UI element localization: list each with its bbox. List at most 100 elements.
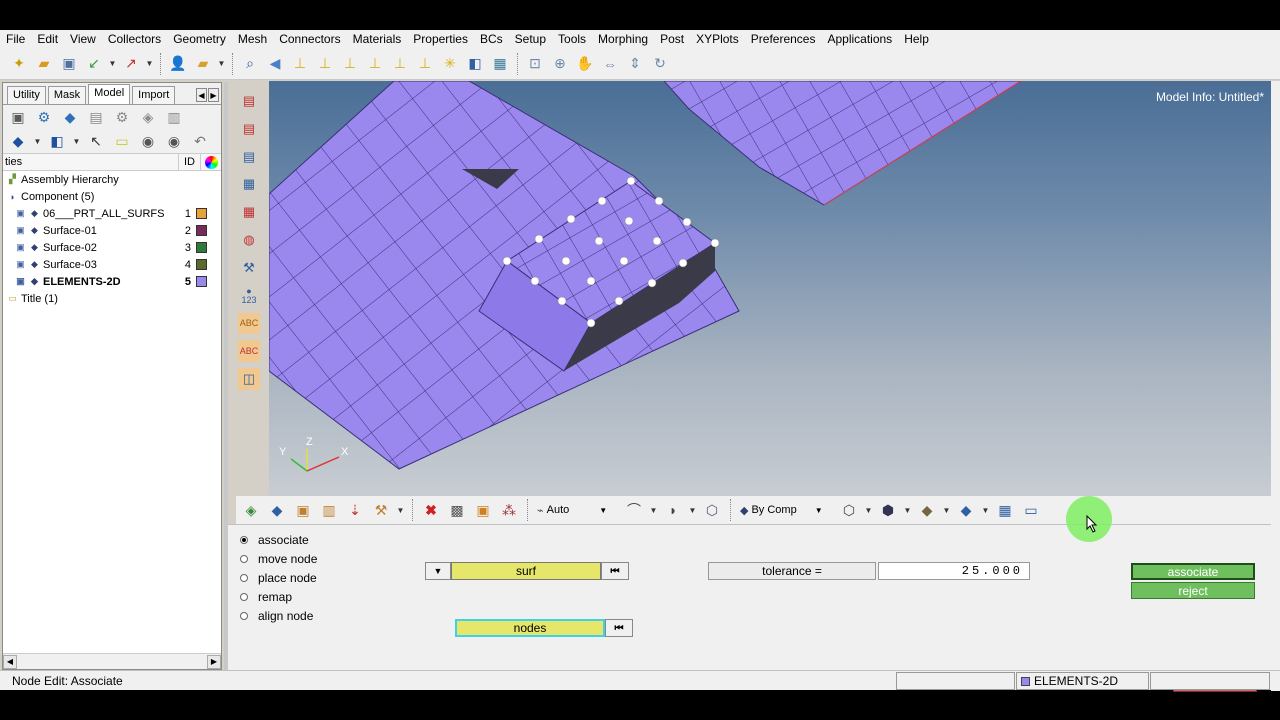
- menu-view[interactable]: View: [64, 30, 102, 48]
- tree-item-component-current[interactable]: ▣ ◆ ELEMENTS-2D 5: [3, 273, 221, 290]
- surf-reset-icon[interactable]: ⏮: [601, 562, 629, 580]
- move-horizontal-icon[interactable]: ⇔: [599, 53, 621, 75]
- by-comp-combo[interactable]: ◆ By Comp ▼: [738, 500, 834, 520]
- numbers-icon[interactable]: ● 123: [238, 285, 260, 307]
- move-entity-icon[interactable]: ⇣: [344, 499, 366, 521]
- component-color-swatch[interactable]: [196, 259, 207, 270]
- menu-mesh[interactable]: Mesh: [232, 30, 273, 48]
- browser-filter-icon[interactable]: ▤: [85, 106, 107, 128]
- export-icon[interactable]: ↗: [120, 53, 142, 75]
- nodes-reset-icon[interactable]: ⏮: [605, 619, 633, 637]
- component-color-swatch[interactable]: [196, 208, 207, 219]
- show-hide-icon[interactable]: ◉: [137, 130, 159, 152]
- component-display-icon[interactable]: ◆: [7, 130, 29, 152]
- menu-morphing[interactable]: Morphing: [592, 30, 654, 48]
- reflect-icon[interactable]: ▦: [238, 201, 260, 223]
- menu-post[interactable]: Post: [654, 30, 690, 48]
- node[interactable]: [561, 256, 571, 266]
- right-mesh-plate[interactable]: [663, 81, 1022, 206]
- tab-prev-icon[interactable]: ◀: [196, 88, 207, 102]
- view-zy-icon[interactable]: ⊥: [389, 53, 411, 75]
- tree-item-component[interactable]: ▣ ◆ 06___PRT_ALL_SURFS 1: [3, 205, 221, 222]
- sphere-mesh-icon[interactable]: ◍: [238, 229, 260, 251]
- surface-display-icon[interactable]: ◗: [662, 499, 684, 521]
- node[interactable]: [586, 318, 596, 328]
- tab-import[interactable]: Import: [132, 86, 176, 104]
- camera-icon[interactable]: ◧: [464, 53, 486, 75]
- tools-icon[interactable]: ⚒: [238, 257, 260, 279]
- menu-file[interactable]: File: [0, 30, 31, 48]
- tree-component-folder[interactable]: ◗ Component (5): [3, 188, 221, 205]
- component-color-swatch[interactable]: [196, 242, 207, 253]
- option-align-node[interactable]: align node: [240, 609, 313, 623]
- shaded-elements-icon[interactable]: ⬢: [877, 499, 899, 521]
- tree-item-component[interactable]: ▣ ◆ Surface-02 3: [3, 239, 221, 256]
- browser-view-icon[interactable]: ▣: [7, 106, 29, 128]
- menu-applications[interactable]: Applications: [821, 30, 898, 48]
- translate-icon[interactable]: ▦: [238, 173, 260, 195]
- element-edges-dropdown-icon[interactable]: ▼: [942, 499, 951, 521]
- option-place-node[interactable]: place node: [240, 571, 317, 585]
- color-column-header[interactable]: [201, 154, 221, 170]
- open-model-icon[interactable]: ▰: [33, 53, 55, 75]
- node[interactable]: [678, 258, 688, 268]
- geometry-display-icon[interactable]: ▩: [446, 499, 468, 521]
- menu-edit[interactable]: Edit: [31, 30, 64, 48]
- view-iso-icon[interactable]: ✳: [439, 53, 461, 75]
- explode-icon[interactable]: ▦: [994, 499, 1016, 521]
- entities-column-header[interactable]: ties: [3, 154, 179, 170]
- folder-dropdown-icon[interactable]: ▼: [217, 53, 226, 75]
- component-color-swatch[interactable]: [196, 276, 207, 287]
- browser-tree-icon[interactable]: ⚙: [33, 106, 55, 128]
- menu-tools[interactable]: Tools: [552, 30, 592, 48]
- browser-settings-icon[interactable]: ⚙: [111, 106, 133, 128]
- node[interactable]: [624, 216, 634, 226]
- folder-icon[interactable]: ▰: [192, 53, 214, 75]
- graphics-viewport[interactable]: Y Z X Model Info: Untitled*: [269, 81, 1271, 524]
- lasso-icon[interactable]: ⌒: [623, 499, 645, 521]
- delete-icon[interactable]: ✖: [420, 499, 442, 521]
- zoom-window-icon[interactable]: ⊕: [549, 53, 571, 75]
- node[interactable]: [710, 238, 720, 248]
- node[interactable]: [502, 256, 512, 266]
- associate-button[interactable]: associate: [1131, 563, 1255, 580]
- browser-options-icon[interactable]: ◈: [137, 106, 159, 128]
- unmask-icon[interactable]: ▥: [318, 499, 340, 521]
- node[interactable]: [647, 278, 657, 288]
- menu-connectors[interactable]: Connectors: [273, 30, 346, 48]
- select-cursor-icon[interactable]: ↖: [85, 130, 107, 152]
- menu-materials[interactable]: Materials: [347, 30, 408, 48]
- move-vertical-icon[interactable]: ⇕: [624, 53, 646, 75]
- node[interactable]: [682, 217, 692, 227]
- user-profile-icon[interactable]: 👤: [167, 53, 189, 75]
- menu-collectors[interactable]: Collectors: [102, 30, 167, 48]
- surface-dropdown-icon[interactable]: ▼: [688, 499, 697, 521]
- surf-collector[interactable]: surf: [451, 562, 601, 580]
- export-dropdown-icon[interactable]: ▼: [145, 53, 154, 75]
- element-shrink-icon[interactable]: ◆: [955, 499, 977, 521]
- wireframe-dropdown-icon[interactable]: ▼: [864, 499, 873, 521]
- label-abc-icon[interactable]: ABC: [238, 312, 260, 335]
- node[interactable]: [597, 196, 607, 206]
- view-back-icon[interactable]: ◀: [264, 53, 286, 75]
- visibility-icon[interactable]: ▣: [15, 276, 26, 287]
- view-xy-icon[interactable]: ⊥: [314, 53, 336, 75]
- tree-item-component[interactable]: ▣ ◆ Surface-03 4: [3, 256, 221, 273]
- organize-icon[interactable]: ▤: [238, 146, 260, 168]
- menu-setup[interactable]: Setup: [509, 30, 552, 48]
- node[interactable]: [654, 196, 664, 206]
- elements-display-dropdown-icon[interactable]: ▼: [72, 130, 81, 152]
- tree-title-folder[interactable]: ▭ Title (1): [3, 290, 221, 307]
- menu-bcs[interactable]: BCs: [474, 30, 509, 48]
- menu-xyplots[interactable]: XYPlots: [690, 30, 745, 48]
- node[interactable]: [566, 214, 576, 224]
- save-model-icon[interactable]: ▣: [58, 53, 80, 75]
- import-icon[interactable]: ↙: [83, 53, 105, 75]
- import-dropdown-icon[interactable]: ▼: [108, 53, 117, 75]
- lasso-dropdown-icon[interactable]: ▼: [649, 499, 658, 521]
- view-settings-icon[interactable]: ▦: [489, 53, 511, 75]
- browser-extra-icon[interactable]: ▥: [163, 106, 185, 128]
- node[interactable]: [530, 276, 540, 286]
- tab-model[interactable]: Model: [88, 84, 131, 104]
- new-model-icon[interactable]: ✦: [8, 53, 30, 75]
